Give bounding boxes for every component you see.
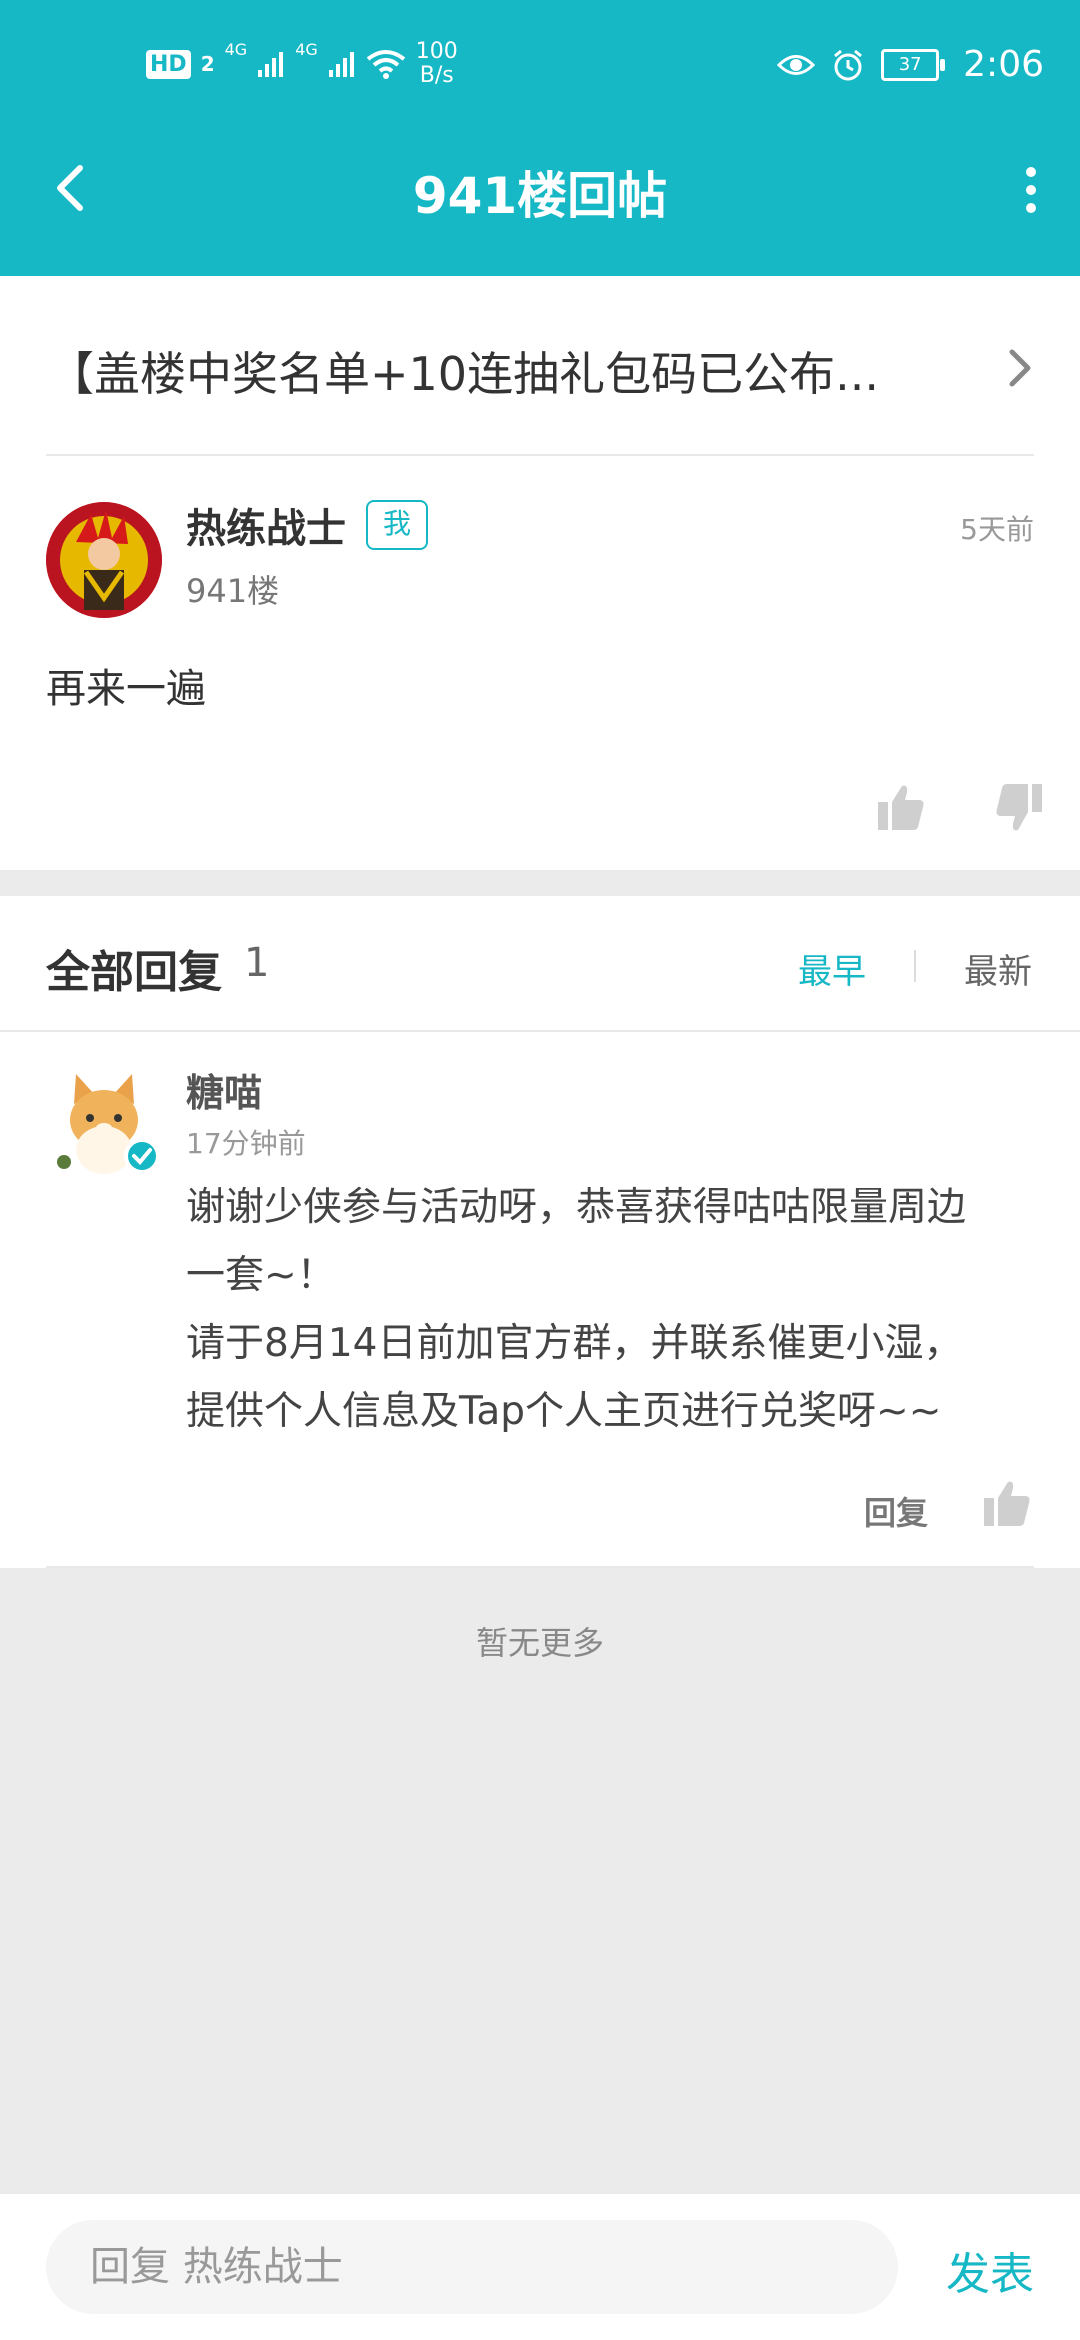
signal-icon-1 xyxy=(258,52,284,77)
reply-button[interactable]: 回复 xyxy=(864,1488,928,1534)
sort-earliest-tab[interactable]: 最早 xyxy=(798,944,866,993)
sort-separator xyxy=(914,950,916,982)
divider xyxy=(0,1030,1080,1032)
eye-icon xyxy=(777,54,816,75)
post-time: 5天前 xyxy=(960,513,1034,546)
status-bar-right: 37 2:06 xyxy=(777,44,1044,85)
divider xyxy=(46,1566,1034,1568)
thumbs-up-icon[interactable] xyxy=(876,782,926,832)
send-button[interactable]: 发表 xyxy=(946,2238,1034,2302)
floor-post: 热练战士 我 5天前 941楼 再来一遍 xyxy=(0,456,1080,870)
signal-icon-2 xyxy=(328,52,354,77)
reply-line: 一套~！ xyxy=(186,1253,336,1298)
avatar-image xyxy=(46,502,162,618)
page-title: 941楼回帖 xyxy=(412,167,668,225)
wifi-icon xyxy=(366,50,405,79)
reply-author-name[interactable]: 糖喵 xyxy=(186,1062,262,1117)
topic-title: 【盖楼中奖名单+10连抽礼包码已公布... xyxy=(48,347,879,401)
reply-input[interactable] xyxy=(46,2220,898,2314)
replies-section: 全部回复 1 最早 最新 糖喵 17分钟前 谢谢少侠参与活动呀，恭喜获得咕咕限量… xyxy=(0,896,1080,1568)
cat-avatar-image xyxy=(57,1074,160,1174)
post-floor: 941楼 xyxy=(186,572,280,610)
reply-avatar[interactable] xyxy=(46,1064,162,1180)
reply-line: 谢谢少侠参与活动呀，恭喜获得咕咕限量周边 xyxy=(186,1185,967,1230)
network-speed: 100 B/s xyxy=(416,40,458,88)
reply-line: 提供个人信息及Tap个人主页进行兑奖呀~~ xyxy=(186,1389,942,1434)
topic-link[interactable]: 【盖楼中奖名单+10连抽礼包码已公布... xyxy=(0,276,1080,456)
no-more-label: 暂无更多 xyxy=(475,1624,604,1662)
thumbs-up-icon[interactable] xyxy=(982,1478,1032,1528)
more-options-icon[interactable] xyxy=(1016,162,1046,218)
speed-unit: B/s xyxy=(419,63,454,88)
hd-sub: 2 xyxy=(200,52,215,76)
author-name[interactable]: 热练战士 xyxy=(186,496,346,554)
battery-level: 37 xyxy=(898,53,922,75)
reply-bar: 发表 xyxy=(0,2194,1080,2340)
header-bar: HD 2 4G 4G 100 B/s 37 2:06 941楼回帖 xyxy=(0,0,1080,276)
post-content: 再来一遍 xyxy=(46,666,206,712)
status-bar-left: HD 2 4G 4G 100 B/s xyxy=(146,40,458,88)
speed-value: 100 xyxy=(415,39,458,64)
hd-badge: HD xyxy=(146,49,191,79)
network-label-1: 4G xyxy=(224,40,248,59)
chevron-right-icon xyxy=(1009,349,1031,387)
clock-time: 2:06 xyxy=(963,44,1044,85)
reply-time: 17分钟前 xyxy=(186,1127,306,1160)
me-badge: 我 xyxy=(366,500,428,550)
replies-count: 1 xyxy=(244,940,270,986)
reply-content: 谢谢少侠参与活动呀，恭喜获得咕咕限量周边 一套~！ 请于8月14日前加官方群，并… xyxy=(186,1174,1036,1446)
author-avatar[interactable] xyxy=(46,502,162,618)
alarm-icon xyxy=(834,49,863,80)
battery-icon: 37 xyxy=(881,48,946,81)
replies-heading: 全部回复 xyxy=(46,947,222,998)
thumbs-down-icon[interactable] xyxy=(994,782,1044,834)
network-label-2: 4G xyxy=(295,40,318,59)
sort-newest-tab[interactable]: 最新 xyxy=(964,944,1032,993)
reply-line: 请于8月14日前加官方群，并联系催更小湿， xyxy=(186,1321,963,1366)
